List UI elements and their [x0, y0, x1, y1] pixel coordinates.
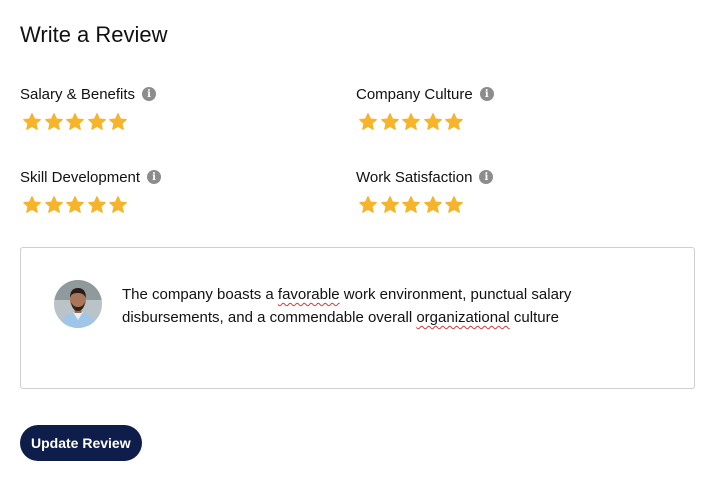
star-icon[interactable]: [380, 195, 400, 215]
star-icon[interactable]: [444, 112, 464, 132]
spellcheck-word[interactable]: organizational: [416, 309, 509, 326]
info-icon[interactable]: i: [479, 170, 494, 184]
rating-label: Company Culture: [356, 85, 473, 103]
update-review-button[interactable]: Update Review: [20, 425, 142, 461]
info-icon[interactable]: i: [479, 87, 494, 101]
star-rating[interactable]: [22, 112, 320, 132]
info-icon[interactable]: i: [147, 170, 162, 184]
star-rating[interactable]: [22, 195, 320, 215]
review-text[interactable]: The company boasts a favorable work envi…: [122, 283, 622, 329]
star-icon[interactable]: [401, 195, 421, 215]
page-title: Write a Review: [20, 22, 168, 47]
rating-salary-benefits: Salary & Benefits i: [20, 84, 320, 132]
info-icon[interactable]: i: [142, 87, 157, 101]
spellcheck-word[interactable]: favorable: [278, 286, 340, 303]
avatar: [54, 280, 102, 328]
rating-label: Salary & Benefits: [20, 85, 136, 103]
rating-label: Skill Development: [20, 168, 141, 186]
star-icon[interactable]: [22, 195, 42, 215]
star-icon[interactable]: [358, 195, 378, 215]
star-icon[interactable]: [108, 195, 128, 215]
star-icon[interactable]: [87, 195, 107, 215]
star-icon[interactable]: [87, 112, 107, 132]
star-icon[interactable]: [44, 112, 64, 132]
star-rating[interactable]: [358, 112, 656, 132]
star-icon[interactable]: [108, 112, 128, 132]
star-icon[interactable]: [358, 112, 378, 132]
star-icon[interactable]: [423, 195, 443, 215]
star-icon[interactable]: [401, 112, 421, 132]
star-icon[interactable]: [65, 112, 85, 132]
rating-skill-development: Skill Development i: [20, 167, 320, 215]
star-icon[interactable]: [444, 195, 464, 215]
rating-company-culture: Company Culture i: [356, 84, 656, 132]
rating-label: Work Satisfaction: [356, 168, 473, 186]
review-textarea[interactable]: The company boasts a favorable work envi…: [20, 247, 695, 389]
star-icon[interactable]: [423, 112, 443, 132]
star-icon[interactable]: [22, 112, 42, 132]
star-icon[interactable]: [44, 195, 64, 215]
rating-work-satisfaction: Work Satisfaction i: [356, 167, 656, 215]
star-rating[interactable]: [358, 195, 656, 215]
star-icon[interactable]: [65, 195, 85, 215]
star-icon[interactable]: [380, 112, 400, 132]
